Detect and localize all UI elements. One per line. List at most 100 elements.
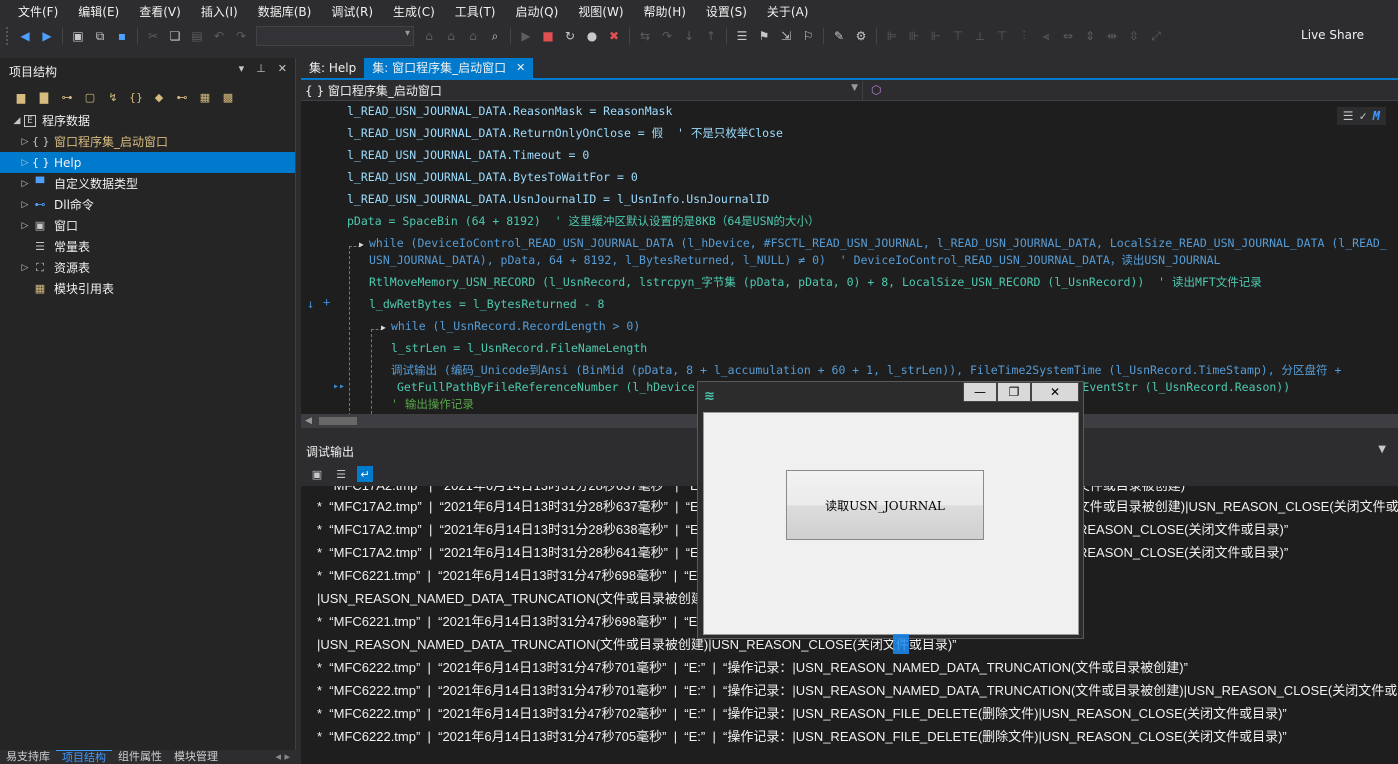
class-selector[interactable]: { } 窗口程序集_启动窗口 ▼ [301, 80, 863, 100]
add-var-icon[interactable]: ↯ [104, 88, 122, 106]
menu-file[interactable]: 文件(F) [0, 0, 68, 24]
back-icon[interactable]: ◀ [15, 26, 35, 46]
expanded-arrow-icon[interactable]: ◢ [10, 116, 24, 126]
fit-icon[interactable]: ⤢ [1146, 26, 1166, 46]
align-left-icon[interactable]: ⊫ [882, 26, 902, 46]
format-icon[interactable]: ☰ [1343, 109, 1354, 123]
code-line[interactable]: ' 输出操作记录 [391, 396, 474, 413]
redo-icon[interactable]: ↷ [231, 26, 251, 46]
step-out-icon[interactable]: ↑ [701, 26, 721, 46]
code-line[interactable]: 调试输出 (编码_Unicode到Ansi (BinMid (pData, 8 … [391, 362, 1341, 379]
menu-settings[interactable]: 设置(S) [696, 0, 757, 24]
code-line[interactable]: l_dwRetBytes = l_BytesReturned - 8 [369, 296, 604, 313]
distribute-h-icon[interactable]: ⫶ [1014, 26, 1034, 46]
same-width-icon[interactable]: ⇔ [1058, 26, 1078, 46]
list-icon[interactable]: ☰ [333, 466, 349, 482]
paste-icon[interactable]: ▤ [187, 26, 207, 46]
same-height-icon[interactable]: ⇕ [1080, 26, 1100, 46]
tab-module-management[interactable]: 模块管理 [168, 750, 224, 764]
align-top-icon[interactable]: ⊤ [948, 26, 968, 46]
undo-icon[interactable]: ↶ [209, 26, 229, 46]
collapsed-arrow-icon[interactable]: ▷ [18, 221, 32, 231]
code-line[interactable]: l_READ_USN_JOURNAL_DATA.Timeout = 0 [347, 147, 589, 164]
build-all-icon[interactable]: ⌂ [441, 26, 461, 46]
tree-item-constants[interactable]: ☰ 常量表 [0, 236, 295, 257]
forward-icon[interactable]: ▶ [37, 26, 57, 46]
clear-breakpoint-icon[interactable]: ✖ [604, 26, 624, 46]
tree-item-custom-types[interactable]: ▷ ▀ 自定义数据类型 [0, 173, 295, 194]
spell-check-icon[interactable]: ✓ [1360, 109, 1367, 123]
menu-view[interactable]: 查看(V) [129, 0, 191, 24]
tree-item-help[interactable]: ▷ { } Help [0, 152, 295, 173]
read-usn-journal-button[interactable]: 读取USN_JOURNAL [786, 470, 984, 540]
code-line[interactable]: l_READ_USN_JOURNAL_DATA.UsnJournalID = l… [347, 191, 769, 208]
run-icon[interactable]: ▶ [516, 26, 536, 46]
tab-support-library[interactable]: 易支持库 [0, 750, 56, 764]
code-line[interactable]: pData = SpaceBin (64 + 8192) ' 这里缓冲区默认设置… [347, 213, 819, 230]
clear-output-icon[interactable]: ▣ [309, 466, 325, 482]
add-window-icon[interactable]: ▢ [81, 88, 99, 106]
add-folder-icon[interactable]: ▆ [12, 88, 30, 106]
step-icon[interactable]: ⇆ [635, 26, 655, 46]
tree-item-dll-commands[interactable]: ▷ ⊷ Dll命令 [0, 194, 295, 215]
code-editor[interactable]: l_READ_USN_JOURNAL_DATA.ReasonMask = Rea… [301, 101, 1398, 414]
tree-item-startup-window[interactable]: ▷ { } 窗口程序集_启动窗口 [0, 131, 295, 152]
center-h-icon[interactable]: ⇹ [1102, 26, 1122, 46]
code-line[interactable]: RtlMoveMemory_USN_RECORD (l_UsnRecord, l… [369, 274, 1262, 291]
pin-icon[interactable]: ⊥ [256, 62, 266, 75]
tree-item-module-refs[interactable]: ▦ 模块引用表 [0, 278, 295, 299]
stop-icon[interactable]: ■ [538, 26, 558, 46]
add-sub-icon[interactable]: ⊶ [58, 88, 76, 106]
panel-dropdown-icon[interactable]: ▾ [239, 62, 245, 75]
add-resource-icon[interactable]: ▦ [196, 88, 214, 106]
tab-help[interactable]: 集: Help [301, 58, 364, 78]
code-line[interactable]: l_READ_USN_JOURNAL_DATA.ReturnOnlyOnClos… [347, 125, 783, 142]
cube-icon[interactable]: ⬡ [871, 83, 881, 97]
add-class-icon[interactable]: ▇ [35, 88, 53, 106]
minimize-button[interactable]: — [963, 382, 997, 402]
build-icon[interactable]: ⌂ [419, 26, 439, 46]
collapsed-arrow-icon[interactable]: ▷ [18, 200, 32, 210]
toolbar-grip[interactable] [6, 27, 10, 45]
menu-about[interactable]: 关于(A) [757, 0, 819, 24]
tree-item-windows[interactable]: ▷ ▣ 窗口 [0, 215, 295, 236]
restart-icon[interactable]: ↻ [560, 26, 580, 46]
rebuild-icon[interactable]: ⌂ [463, 26, 483, 46]
code-line[interactable]: l_READ_USN_JOURNAL_DATA.ReasonMask = Rea… [347, 103, 672, 120]
align-bottom-icon[interactable]: ⊤ [992, 26, 1012, 46]
code-line[interactable]: l_READ_USN_JOURNAL_DATA.BytesToWaitFor =… [347, 169, 638, 186]
breakpoint-icon[interactable]: ● [582, 26, 602, 46]
tree-item-program-data[interactable]: ◢ E 程序数据 [0, 110, 295, 131]
align-right-icon[interactable]: ⊩ [926, 26, 946, 46]
scroll-left-icon[interactable]: ◀ [305, 414, 312, 428]
next-bookmark-icon[interactable]: ⇲ [776, 26, 796, 46]
menu-build[interactable]: 生成(C) [383, 0, 445, 24]
distribute-v-icon[interactable]: ⫷ [1036, 26, 1056, 46]
close-button[interactable]: ✕ [1031, 382, 1079, 402]
cut-icon[interactable]: ✂ [143, 26, 163, 46]
copy-file-icon[interactable]: ⧉ [90, 26, 110, 46]
code-line[interactable]: USN_JOURNAL_DATA), pData, 64 + 8192, l_B… [369, 252, 1220, 269]
step-over-icon[interactable]: ↷ [657, 26, 677, 46]
add-braces-icon[interactable]: {} [127, 88, 145, 106]
scroll-thumb[interactable] [319, 417, 357, 425]
close-icon[interactable]: ✕ [516, 58, 525, 78]
tab-project-structure[interactable]: 项目结构 [56, 750, 112, 764]
code-line[interactable]: while (DeviceIoControl_READ_USN_JOURNAL_… [369, 235, 1387, 252]
menu-tools[interactable]: 工具(T) [445, 0, 506, 24]
tab-startup-window[interactable]: 集: 窗口程序集_启动窗口 ✕ [364, 58, 534, 78]
align-center-icon[interactable]: ⊪ [904, 26, 924, 46]
bookmark-icon[interactable]: ⚑ [754, 26, 774, 46]
flag-icon[interactable]: ⚐ [798, 26, 818, 46]
plus-icon[interactable]: + [323, 295, 330, 309]
save-icon[interactable]: ▪ [112, 26, 132, 46]
center-v-icon[interactable]: ⇳ [1124, 26, 1144, 46]
step-into-icon[interactable]: ↓ [679, 26, 699, 46]
menu-start[interactable]: 启动(Q) [505, 0, 568, 24]
new-file-icon[interactable]: ▣ [68, 26, 88, 46]
menu-insert[interactable]: 插入(I) [191, 0, 248, 24]
menu-database[interactable]: 数据库(B) [248, 0, 322, 24]
add-image-icon[interactable]: ▩ [219, 88, 237, 106]
app-titlebar[interactable]: ≋ — ❐ ✕ [698, 382, 1083, 411]
close-icon[interactable]: ✕ [278, 62, 287, 75]
